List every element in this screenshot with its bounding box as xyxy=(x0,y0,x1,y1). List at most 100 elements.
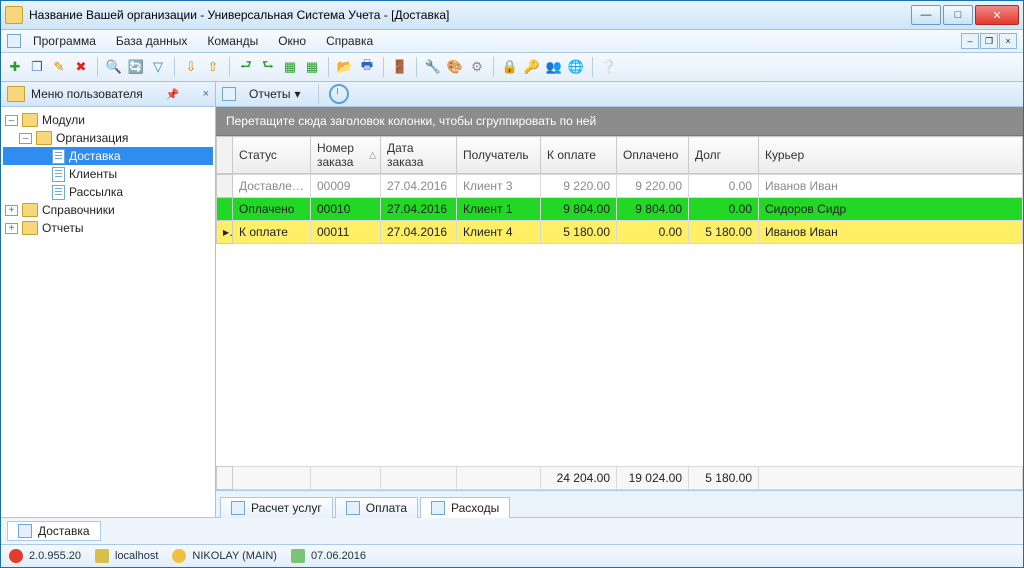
excel-settings-icon[interactable]: ▦ xyxy=(302,57,322,77)
col-recipient[interactable]: Получатель xyxy=(457,137,541,174)
refresh-icon[interactable]: 🔄 xyxy=(126,57,146,77)
import-icon[interactable]: ⇩ xyxy=(181,57,201,77)
tree-node-directories[interactable]: +Справочники xyxy=(3,201,213,219)
maximize-button[interactable]: □ xyxy=(943,5,973,25)
total-debt: 5 180.00 xyxy=(689,467,759,490)
palette-icon[interactable]: 🎨 xyxy=(445,57,465,77)
doc-icon xyxy=(431,501,445,515)
doc-icon[interactable] xyxy=(222,87,236,101)
row-indicator xyxy=(217,175,233,198)
group-by-area[interactable]: Перетащите сюда заголовок колонки, чтобы… xyxy=(216,107,1023,136)
tree-node-delivery[interactable]: Доставка xyxy=(3,147,213,165)
menu-icon[interactable] xyxy=(7,34,21,48)
mdi-restore-button[interactable]: ❐ xyxy=(980,33,998,49)
table-row[interactable]: Доставлено0000927.04.2016Клиент 39 220.0… xyxy=(217,175,1023,198)
help-icon[interactable]: ❔ xyxy=(599,57,619,77)
export-icon[interactable]: ⇧ xyxy=(203,57,223,77)
document-icon xyxy=(52,167,65,182)
status-dot-icon xyxy=(9,549,23,563)
main-toolbar: ✚ ❐ ✎ ✖ 🔍 🔄 ▽ ⇩ ⇧ ⮐ ⮑ ▦ ▦ 📂 🖶 🚪 🔧 🎨 ⚙ 🔒 … xyxy=(1,53,1023,82)
window-title: Название Вашей организации - Универсальн… xyxy=(29,8,911,22)
chevron-down-icon: ▾ xyxy=(294,87,300,101)
row-selector-header xyxy=(217,137,233,174)
add-icon[interactable]: ✚ xyxy=(5,57,25,77)
total-to-pay: 24 204.00 xyxy=(541,467,617,490)
user-icon xyxy=(172,549,186,563)
pin-icon[interactable]: 📌 xyxy=(166,88,180,101)
table-row[interactable]: Оплачено0001027.04.2016Клиент 19 804.009… xyxy=(217,198,1023,221)
reports-dropdown[interactable]: Отчеты▾ xyxy=(242,85,308,103)
tree-node-reports[interactable]: +Отчеты xyxy=(3,219,213,237)
doc-icon xyxy=(346,501,360,515)
status-date: 07.06.2016 xyxy=(311,550,366,562)
mdi-minimize-button[interactable]: – xyxy=(961,33,979,49)
delete-icon[interactable]: ✖ xyxy=(71,57,91,77)
folder-icon xyxy=(22,113,38,127)
total-paid: 19 024.00 xyxy=(617,467,689,490)
table-row[interactable]: ▸К оплате0001127.04.2016Клиент 45 180.00… xyxy=(217,221,1023,244)
tree-node-organization[interactable]: –Организация xyxy=(3,129,213,147)
col-paid[interactable]: Оплачено xyxy=(617,137,689,174)
menubar: Программа База данных Команды Окно Справ… xyxy=(1,30,1023,53)
col-to-pay[interactable]: К оплате xyxy=(541,137,617,174)
wrench-icon[interactable]: 🔧 xyxy=(423,57,443,77)
data-grid: Статус Номер заказа△ Дата заказа Получат… xyxy=(216,136,1023,490)
col-debt[interactable]: Долг xyxy=(689,137,759,174)
close-button[interactable]: ✕ xyxy=(975,5,1019,25)
status-user: NIKOLAY (MAIN) xyxy=(192,550,277,562)
col-courier[interactable]: Курьер xyxy=(759,137,1023,174)
menu-help[interactable]: Справка xyxy=(318,32,381,50)
clock-icon[interactable] xyxy=(329,84,349,104)
users-icon[interactable]: 👥 xyxy=(544,57,564,77)
doc-icon xyxy=(231,501,245,515)
gear-icon[interactable]: ⚙ xyxy=(467,57,487,77)
minimize-button[interactable]: — xyxy=(911,5,941,25)
folder-open-icon[interactable]: 📂 xyxy=(335,57,355,77)
globe-icon[interactable]: 🌐 xyxy=(566,57,586,77)
edit-icon[interactable]: ✎ xyxy=(49,57,69,77)
menu-window[interactable]: Окно xyxy=(270,32,314,50)
col-order-no[interactable]: Номер заказа△ xyxy=(311,137,381,174)
print-icon[interactable]: 🖶 xyxy=(357,57,377,77)
window-tab-delivery[interactable]: Доставка xyxy=(7,521,101,541)
search-icon[interactable]: 🔍 xyxy=(104,57,124,77)
tab-services[interactable]: Расчет услуг xyxy=(220,497,333,518)
excel-icon[interactable]: ▦ xyxy=(280,57,300,77)
col-order-date[interactable]: Дата заказа xyxy=(381,137,457,174)
menu-teams[interactable]: Команды xyxy=(199,32,266,50)
folder-icon xyxy=(22,221,38,235)
lock-icon[interactable]: 🔒 xyxy=(500,57,520,77)
menu-program[interactable]: Программа xyxy=(25,32,104,50)
folder-icon xyxy=(22,203,38,217)
col-status[interactable]: Статус xyxy=(233,137,311,174)
tab-payment[interactable]: Оплата xyxy=(335,497,418,518)
mdi-close-button[interactable]: × xyxy=(999,33,1017,49)
tab-expenses[interactable]: Расходы xyxy=(420,497,510,518)
tree-node-clients[interactable]: Клиенты xyxy=(3,165,213,183)
exit-door-icon[interactable]: 🚪 xyxy=(390,57,410,77)
document-icon xyxy=(52,149,65,164)
grid-header: Статус Номер заказа△ Дата заказа Получат… xyxy=(216,136,1023,174)
excel-out-icon[interactable]: ⮑ xyxy=(258,57,278,77)
detail-tabs: Расчет услуг Оплата Расходы xyxy=(216,490,1023,517)
row-indicator xyxy=(217,198,233,221)
filter-icon[interactable]: ▽ xyxy=(148,57,168,77)
tree-node-modules[interactable]: –Модули xyxy=(3,111,213,129)
document-icon xyxy=(52,185,65,200)
nav-tree: –Модули –Организация Доставка Клиенты Ра… xyxy=(1,107,215,517)
status-host: localhost xyxy=(115,550,158,562)
copy-icon[interactable]: ❐ xyxy=(27,57,47,77)
excel-in-icon[interactable]: ⮐ xyxy=(236,57,256,77)
row-indicator: ▸ xyxy=(217,221,233,244)
sidebar: Меню пользователя 📌 × –Модули –Организац… xyxy=(1,82,216,517)
sidebar-title: Меню пользователя xyxy=(31,87,143,101)
key-icon[interactable]: 🔑 xyxy=(522,57,542,77)
menu-database[interactable]: База данных xyxy=(108,32,195,50)
tree-node-mailing[interactable]: Рассылка xyxy=(3,183,213,201)
server-icon xyxy=(95,549,109,563)
close-panel-icon[interactable]: × xyxy=(203,88,209,100)
titlebar: Название Вашей организации - Универсальн… xyxy=(1,1,1023,30)
sub-toolbar: Отчеты▾ xyxy=(216,82,1023,107)
sort-asc-icon: △ xyxy=(369,150,376,161)
folder-icon xyxy=(7,86,25,102)
